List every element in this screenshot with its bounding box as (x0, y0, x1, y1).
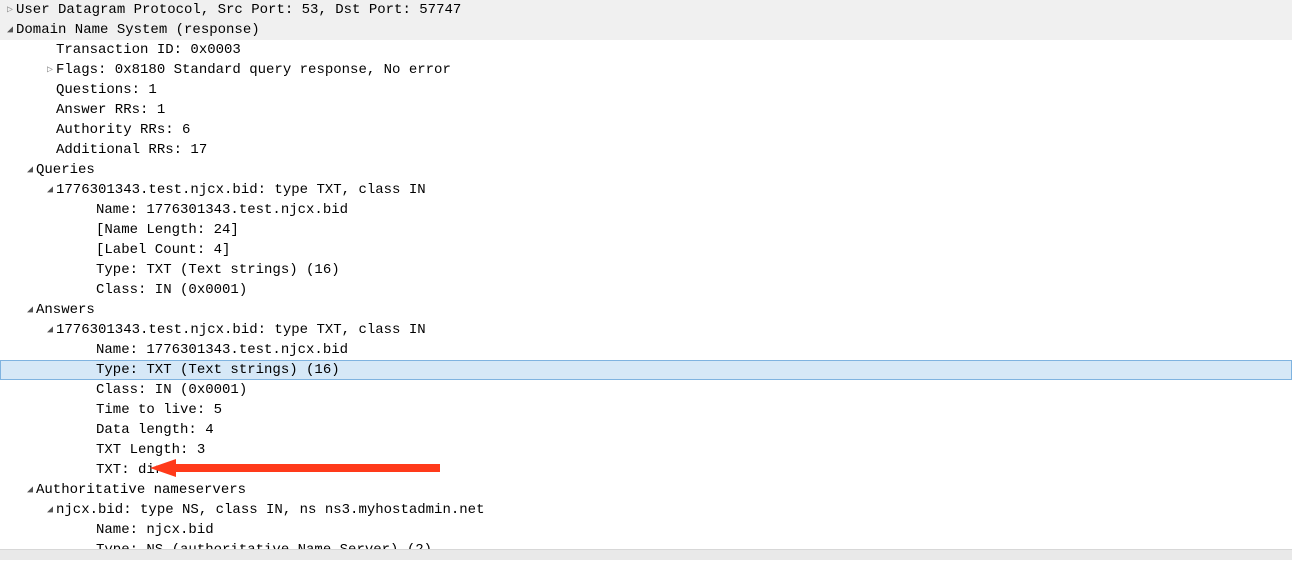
row-text: Data length: 4 (96, 422, 214, 438)
row-text: 1776301343.test.njcx.bid: type TXT, clas… (56, 322, 426, 338)
query-0-name: Name: 1776301343.test.njcx.bid (0, 200, 1292, 220)
row-text: Answers (36, 302, 95, 318)
answer-0-data-length: Data length: 4 (0, 420, 1292, 440)
answer-0[interactable]: ◢1776301343.test.njcx.bid: type TXT, cla… (0, 320, 1292, 340)
row-text: [Label Count: 4] (96, 242, 230, 258)
row-text: Domain Name System (response) (16, 22, 260, 38)
indent-spacer (44, 145, 56, 156)
row-text: njcx.bid: type NS, class IN, ns ns3.myho… (56, 502, 484, 518)
proto-dns[interactable]: ◢Domain Name System (response) (0, 20, 1292, 40)
row-text: Questions: 1 (56, 82, 157, 98)
row-text: Queries (36, 162, 95, 178)
dns-flags[interactable]: ▷Flags: 0x8180 Standard query response, … (0, 60, 1292, 80)
indent-spacer (84, 245, 96, 256)
collapse-icon[interactable]: ◢ (44, 184, 56, 196)
row-text: Authoritative nameservers (36, 482, 246, 498)
row-text: TXT: dir (96, 462, 163, 478)
row-text: Additional RRs: 17 (56, 142, 207, 158)
collapse-icon[interactable]: ◢ (24, 304, 36, 316)
indent-spacer (44, 125, 56, 136)
indent-spacer (84, 405, 96, 416)
expand-icon[interactable]: ▷ (44, 64, 56, 76)
auth-0-name: Name: njcx.bid (0, 520, 1292, 540)
indent-spacer (84, 265, 96, 276)
row-text: Type: TXT (Text strings) (16) (96, 362, 340, 378)
answer-0-txt: TXT: dir (0, 460, 1292, 480)
answer-0-ttl: Time to live: 5 (0, 400, 1292, 420)
row-text: Time to live: 5 (96, 402, 222, 418)
query-0[interactable]: ◢1776301343.test.njcx.bid: type TXT, cla… (0, 180, 1292, 200)
row-text: 1776301343.test.njcx.bid: type TXT, clas… (56, 182, 426, 198)
query-0-name-length: [Name Length: 24] (0, 220, 1292, 240)
answer-0-type[interactable]: Type: TXT (Text strings) (16) (0, 360, 1292, 380)
dns-authoritative[interactable]: ◢Authoritative nameservers (0, 480, 1292, 500)
indent-spacer (44, 85, 56, 96)
row-text: Transaction ID: 0x0003 (56, 42, 241, 58)
row-text: User Datagram Protocol, Src Port: 53, Ds… (16, 2, 461, 18)
dns-authority-rrs: Authority RRs: 6 (0, 120, 1292, 140)
indent-spacer (84, 385, 96, 396)
collapse-icon[interactable]: ◢ (44, 324, 56, 336)
indent-spacer (84, 425, 96, 436)
row-text: Answer RRs: 1 (56, 102, 165, 118)
auth-0[interactable]: ◢njcx.bid: type NS, class IN, ns ns3.myh… (0, 500, 1292, 520)
row-text: TXT Length: 3 (96, 442, 205, 458)
dns-transaction-id: Transaction ID: 0x0003 (0, 40, 1292, 60)
indent-spacer (84, 445, 96, 456)
dns-questions: Questions: 1 (0, 80, 1292, 100)
collapse-icon[interactable]: ◢ (44, 504, 56, 516)
row-text: Name: njcx.bid (96, 522, 214, 538)
collapse-icon[interactable]: ◢ (24, 484, 36, 496)
indent-spacer (84, 345, 96, 356)
indent-spacer (44, 105, 56, 116)
query-0-type: Type: TXT (Text strings) (16) (0, 260, 1292, 280)
row-text: Flags: 0x8180 Standard query response, N… (56, 62, 451, 78)
answer-0-txt-length: TXT Length: 3 (0, 440, 1292, 460)
dns-answer-rrs: Answer RRs: 1 (0, 100, 1292, 120)
dns-queries[interactable]: ◢Queries (0, 160, 1292, 180)
scrollbar-horizontal[interactable] (0, 549, 1292, 560)
row-text: Class: IN (0x0001) (96, 282, 247, 298)
row-text: Class: IN (0x0001) (96, 382, 247, 398)
packet-details-tree[interactable]: ▷User Datagram Protocol, Src Port: 53, D… (0, 0, 1292, 560)
indent-spacer (84, 525, 96, 536)
query-0-label-count: [Label Count: 4] (0, 240, 1292, 260)
row-text: Authority RRs: 6 (56, 122, 190, 138)
query-0-class: Class: IN (0x0001) (0, 280, 1292, 300)
row-text: Name: 1776301343.test.njcx.bid (96, 202, 348, 218)
answer-0-name: Name: 1776301343.test.njcx.bid (0, 340, 1292, 360)
row-text: Type: TXT (Text strings) (16) (96, 262, 340, 278)
collapse-icon[interactable]: ◢ (24, 164, 36, 176)
row-text: [Name Length: 24] (96, 222, 239, 238)
row-text: Name: 1776301343.test.njcx.bid (96, 342, 348, 358)
answer-0-class: Class: IN (0x0001) (0, 380, 1292, 400)
indent-spacer (84, 205, 96, 216)
collapse-icon[interactable]: ◢ (4, 24, 16, 36)
indent-spacer (84, 285, 96, 296)
dns-additional-rrs: Additional RRs: 17 (0, 140, 1292, 160)
indent-spacer (44, 45, 56, 56)
expand-icon[interactable]: ▷ (4, 4, 16, 16)
indent-spacer (84, 465, 96, 476)
proto-udp[interactable]: ▷User Datagram Protocol, Src Port: 53, D… (0, 0, 1292, 20)
indent-spacer (84, 225, 96, 236)
dns-answers[interactable]: ◢Answers (0, 300, 1292, 320)
